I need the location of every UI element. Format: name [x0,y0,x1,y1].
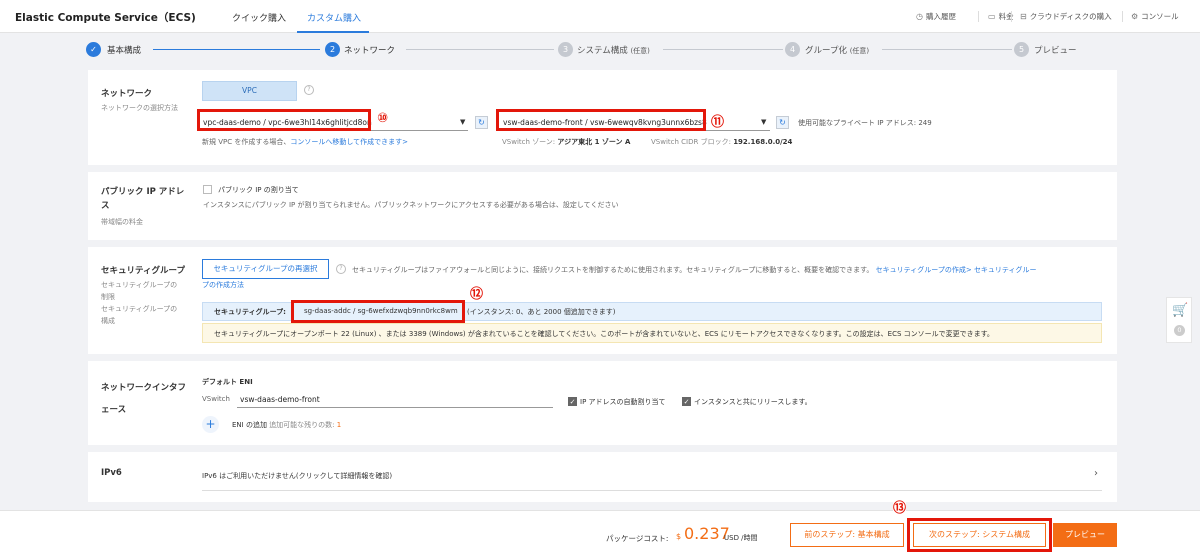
security-group-instances-note: (インスタンス: 0、あと 2000 個追加できます) [467,308,616,316]
chevron-down-icon: ▼ [460,118,466,126]
annotation-marker-12: ⑫ [470,287,484,302]
divider [1011,11,1012,22]
selected-security-group-label: セキュリティグループ: [214,308,286,316]
annotation-marker-11: ⑪ [711,115,725,130]
tab-custom-purchase[interactable]: カスタム購入 [307,11,361,24]
divider [978,11,979,22]
ipv6-title: IPv6 [101,468,122,478]
chevron-right-icon[interactable]: › [1094,468,1098,479]
purchase-history-link[interactable]: ◷ 購入履歴 [916,11,956,22]
release-with-instance-checkbox[interactable]: ✓ [682,397,691,406]
chevron-down-icon: ▼ [761,118,767,126]
network-title: ネットワーク [101,89,153,99]
step-4-number: 4 [785,42,800,57]
how-to-create-security-group-link[interactable]: セキュリティグルー [974,266,1037,274]
step-connector [882,49,1012,50]
prev-step-button[interactable]: 前のステップ: 基本構成 [790,523,904,547]
cost-amount: 0.237 [684,524,730,543]
step-3-number: 3 [558,42,573,57]
step-2-label[interactable]: ネットワーク [344,44,395,56]
add-eni-label[interactable]: ENI の追加 追加可能な残りの数: 1 [232,420,341,430]
public-ip-checkbox[interactable] [203,185,212,194]
refresh-vswitch-icon[interactable]: ↻ [776,116,789,129]
refresh-vpc-icon[interactable]: ↻ [475,116,488,129]
public-ip-subtitle: 帯域幅の料金 [101,218,143,226]
divider [1122,11,1123,22]
gear-icon: ⚙ [1131,12,1139,21]
cloud-disk-purchase-link[interactable]: ⊟ クラウドディスクの購入 [1020,11,1112,22]
wizard-steps: ✓ 基本構成 2 ネットワーク 3 システム構成 (任意) 4 グループ化 (任… [86,41,1106,59]
help-icon[interactable]: ? [304,85,314,95]
security-group-title: セキュリティグループ [101,266,185,276]
step-connector [663,49,783,50]
clock-icon: ◷ [916,12,923,21]
eni-section: ネットワークインタフ ェース デフォルト ENI VSwitch vsw-daas… [88,361,1117,445]
public-ip-checkbox-label: パブリック IP の割り当て [218,186,299,194]
disk-icon: ⊟ [1020,12,1027,21]
cart-count-badge: 0 [1174,325,1185,336]
console-link[interactable]: ⚙ コンソール [1131,11,1179,22]
step-5-label[interactable]: プレビュー [1034,44,1077,56]
step-4-label[interactable]: グループ化 (任意) [805,44,869,56]
release-with-instance-label: インスタンスと共にリリースします。 [694,398,812,406]
ipv6-section: IPv6 IPv6 はご利用いただけません(クリックして詳細情報を確認) › [88,452,1117,502]
create-security-group-link[interactable]: セキュリティグループの作成> [876,266,972,274]
network-subtitle: ネットワークの選択方法 [101,104,178,112]
active-tab-indicator [297,31,369,33]
public-ip-title: パブリック IP アドレス [101,187,185,211]
tab-quick-purchase[interactable]: クイック購入 [232,11,286,24]
auto-ip-checkbox[interactable]: ✓ [568,397,577,406]
ipv6-note[interactable]: IPv6 はご利用いただけません(クリックして詳細情報を確認) [202,471,392,481]
preview-button[interactable]: プレビュー [1053,523,1117,547]
create-vpc-link[interactable]: コンソールへ移動して作成できます> [290,138,408,146]
step-connector [406,49,554,50]
annotation-box-vpc [197,109,371,131]
new-vpc-note: 新規 VPC を作成する場合、コンソールへ移動して作成できます> [202,138,409,146]
annotation-box-vswitch [496,109,706,131]
vswitch-zone: VSwitch ゾーン: アジア東北 1 ゾーン A [502,138,631,146]
pricing-link[interactable]: ▭ 料金 [988,11,1014,22]
default-eni-label: デフォルト ENI [202,378,253,386]
help-icon[interactable]: ? [336,264,346,274]
step-3-label[interactable]: システム構成 (任意) [577,44,650,56]
annotation-marker-10: ⑩ [377,111,389,126]
security-group-warning-text: セキュリティグループにオープンポート 22 (Linux) 、または 3389 … [214,330,994,338]
vswitch-cidr: VSwitch CIDR ブロック: 192.168.0.0/24 [651,138,793,146]
eni-title: ネットワークインタフ ェース [101,383,187,415]
network-section: ネットワーク ネットワークの選択方法 VPC ? vpc-daas-demo /… [88,70,1117,165]
security-group-section: セキュリティグループ セキュリティグループの 制限 セキュリティグループの 構成 セキ… [88,247,1117,354]
cart-widget[interactable]: 🛒 0 [1166,297,1192,343]
app-title: Elastic Compute Service（ECS) [15,12,196,24]
price-tag-icon: ▭ [988,12,996,21]
divider [202,490,1102,491]
available-ip-count: 使用可能なプライベート IP アドレス: 249 [798,119,932,127]
public-ip-section: パブリック IP アドレス 帯域幅の料金 パブリック IP の割り当て インスタ… [88,172,1117,240]
reselect-security-group-button[interactable]: セキュリティグループの再選択 [202,259,329,279]
top-bar: Elastic Compute Service（ECS) クイック購入 カスタム… [0,0,1200,33]
security-group-subtitle: セキュリティグループの 制限 セキュリティグループの 構成 [101,281,178,325]
auto-ip-label: IP アドレスの自動割り当て [580,398,666,406]
step-connector [153,49,320,50]
annotation-box-security-group [291,300,465,323]
step-5-number: 5 [1014,42,1029,57]
annotation-marker-13: ⑬ [893,497,907,516]
cost-unit: USD /時間 [724,534,758,542]
vpc-button[interactable]: VPC [202,81,297,101]
public-ip-note: インスタンスにパブリック IP が割り当てられません。パブリックネットワークにア… [203,201,619,209]
eni-vswitch-label: VSwitch [202,395,230,403]
step-1-check-icon: ✓ [86,42,101,57]
step-2-number: 2 [325,42,340,57]
eni-vswitch-field[interactable]: vsw-daas-demo-front [237,392,553,408]
package-cost-label: パッケージコスト: [606,534,669,543]
step-1-label[interactable]: 基本構成 [107,44,141,56]
annotation-box-next-step [907,518,1052,552]
currency-symbol: $ [676,532,682,541]
add-eni-plus-icon[interactable]: + [202,416,219,433]
security-group-desc: セキュリティグループはファイアウォールと同じように、接続リクエストを制御するため… [352,266,1037,274]
how-to-create-security-group-link-cont[interactable]: プの作成方法 [202,280,244,290]
shopping-cart-icon[interactable]: 🛒 [1172,303,1188,318]
footer-bar: パッケージコスト: $ 0.237 USD /時間 前のステップ: 基本構成 次… [0,510,1200,554]
